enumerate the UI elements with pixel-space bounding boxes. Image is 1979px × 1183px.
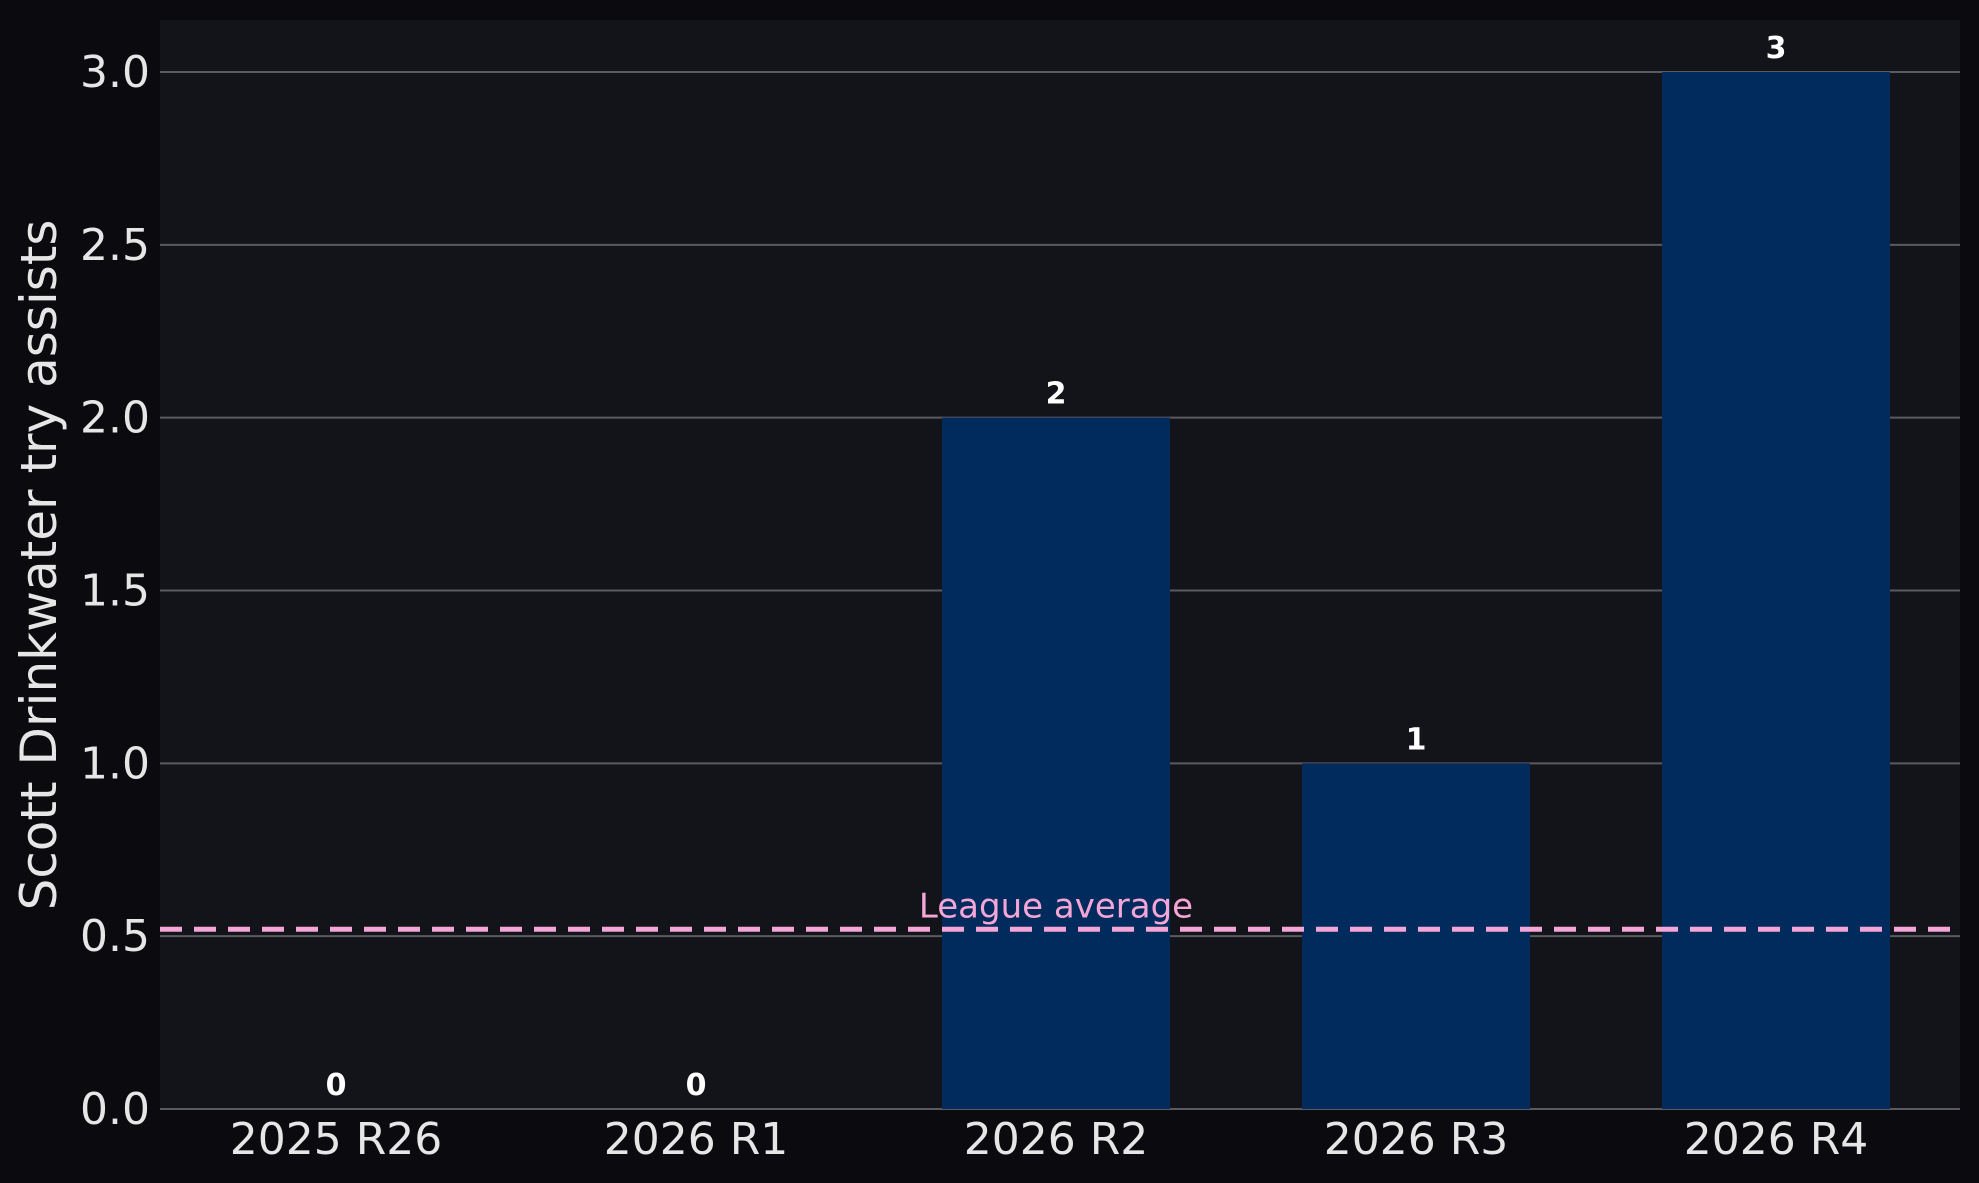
y-tick-label: 1.5 xyxy=(80,566,150,617)
x-tick-labels: 2025 R26 2026 R1 2026 R2 2026 R3 2026 R4 xyxy=(230,1114,1869,1165)
y-tick-label: 0.0 xyxy=(80,1084,150,1135)
y-axis-title: Scott Drinkwater try assists xyxy=(10,220,68,911)
y-tick-label: 1.0 xyxy=(80,738,150,789)
y-tick-label: 0.5 xyxy=(80,911,150,962)
bar-value-label: 3 xyxy=(1766,31,1787,66)
y-tick-labels: 0.0 0.5 1.0 1.5 2.0 2.5 3.0 xyxy=(80,47,150,1135)
x-tick-label: 2026 R1 xyxy=(604,1114,789,1165)
bar-chart: League average 0 0 2 1 3 0.0 0.5 1.0 1.5 2.0 2.5 3… xyxy=(10,20,1960,1165)
bar-value-label: 0 xyxy=(686,1068,707,1103)
y-tick-label: 3.0 xyxy=(80,47,150,98)
chart-container: League average 0 0 2 1 3 0.0 0.5 1.0 1.5 2.0 2.5 3… xyxy=(0,0,1979,1183)
bar xyxy=(1662,72,1890,1109)
bar xyxy=(1302,763,1530,1109)
x-tick-label: 2026 R2 xyxy=(964,1114,1149,1165)
y-tick-label: 2.5 xyxy=(80,220,150,271)
league-average-label: League average xyxy=(919,886,1193,926)
y-tick-label: 2.0 xyxy=(80,393,150,444)
bar xyxy=(942,417,1170,1110)
x-tick-label: 2026 R3 xyxy=(1324,1114,1509,1165)
x-tick-label: 2026 R4 xyxy=(1684,1114,1869,1165)
bar-value-label: 2 xyxy=(1046,377,1067,412)
bar-value-label: 1 xyxy=(1406,722,1427,757)
x-tick-label: 2025 R26 xyxy=(230,1114,443,1165)
bar-value-label: 0 xyxy=(326,1068,347,1103)
